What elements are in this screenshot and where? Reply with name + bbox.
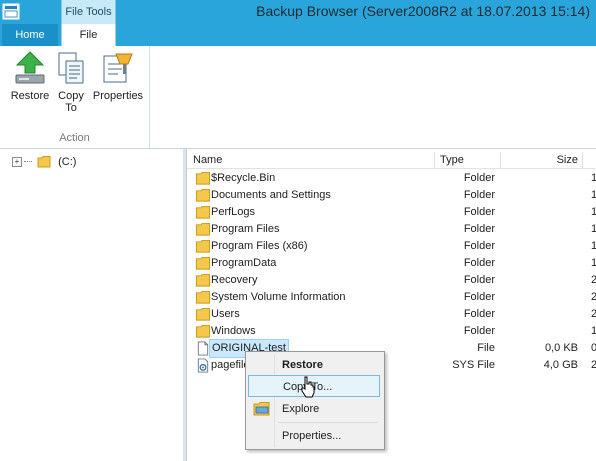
file-extra-column: 1 bbox=[591, 325, 596, 337]
folder-icon bbox=[195, 290, 211, 304]
quick-access-icon[interactable] bbox=[2, 3, 20, 20]
folder-icon bbox=[195, 188, 211, 202]
file-name: pagefile bbox=[211, 359, 250, 371]
file-size: 0,0 KB bbox=[544, 342, 578, 354]
ribbon-group-action: Restore Copy To Properties Action bbox=[0, 46, 150, 148]
column-header-extra[interactable] bbox=[582, 152, 596, 168]
context-menu-restore[interactable]: Restore bbox=[248, 354, 380, 376]
file-name: ProgramData bbox=[211, 257, 277, 269]
file-extra-column: 0 bbox=[591, 342, 596, 354]
file-type: Folder bbox=[463, 291, 495, 303]
file-extra-column: 1 bbox=[591, 189, 596, 201]
file-name: Users bbox=[211, 308, 240, 320]
file-extra-column: 2 bbox=[591, 359, 596, 371]
folder-tree-pane: + (C:) bbox=[0, 149, 186, 461]
folder-icon bbox=[195, 239, 211, 253]
file-type: Folder bbox=[463, 206, 495, 218]
column-header-name[interactable]: Name bbox=[193, 152, 433, 168]
table-row[interactable]: Program Files Folder 1 bbox=[187, 221, 596, 238]
folder-icon bbox=[195, 307, 211, 321]
folder-icon bbox=[195, 222, 211, 236]
ribbon: Restore Copy To Properties Action bbox=[0, 46, 596, 149]
file-extra-column: 2 bbox=[591, 274, 596, 286]
copy-to-button[interactable]: Copy To bbox=[52, 50, 90, 114]
folder-icon bbox=[37, 156, 51, 168]
restore-button-label: Restore bbox=[10, 90, 50, 102]
file-extra-column: 1 bbox=[591, 172, 596, 184]
table-row[interactable]: System Volume Information Folder 2 bbox=[187, 289, 596, 306]
contextual-tab-header: File Tools bbox=[61, 0, 116, 24]
tab-home[interactable]: Home bbox=[2, 24, 58, 46]
context-menu-properties-label: Properties... bbox=[282, 430, 342, 442]
file-extra-column: 2 bbox=[591, 291, 596, 303]
column-header-row: Name Type Size bbox=[187, 152, 596, 169]
context-menu-properties[interactable]: Properties... bbox=[248, 425, 380, 447]
context-menu: Restore Copy To... Explore Properties... bbox=[245, 351, 385, 450]
tree-expand-toggle[interactable]: + bbox=[12, 156, 22, 167]
context-menu-explore-label: Explore bbox=[282, 403, 320, 415]
file-type: Folder bbox=[463, 189, 495, 201]
file-name: Documents and Settings bbox=[211, 189, 331, 201]
file-extra-column: 1 bbox=[591, 206, 596, 218]
table-row[interactable]: Windows Folder 1 bbox=[187, 323, 596, 340]
context-menu-restore-label: Restore bbox=[282, 359, 323, 371]
file-name: Program Files (x86) bbox=[211, 240, 308, 252]
properties-button[interactable]: Properties bbox=[90, 50, 146, 102]
table-row[interactable]: Recovery Folder 2 bbox=[187, 272, 596, 289]
folder-icon bbox=[195, 324, 211, 338]
file-type: Folder bbox=[463, 257, 495, 269]
folder-icon bbox=[195, 273, 211, 287]
mouse-pointer-icon bbox=[301, 376, 315, 398]
file-extra-column: 1 bbox=[591, 223, 596, 235]
file-name: Recovery bbox=[211, 274, 258, 286]
table-row[interactable]: Documents and Settings Folder 1 bbox=[187, 187, 596, 204]
folder-icon bbox=[195, 256, 211, 270]
file-type: Folder bbox=[463, 308, 495, 320]
file-list: $Recycle.Bin Folder 1 Documents and Setting… bbox=[187, 170, 596, 374]
context-menu-explore[interactable]: Explore bbox=[248, 398, 380, 420]
file-name: $Recycle.Bin bbox=[211, 172, 276, 184]
file-type: SYS File bbox=[452, 359, 495, 371]
file-type: Folder bbox=[463, 172, 495, 184]
file-type: Folder bbox=[463, 223, 495, 235]
ribbon-group-label: Action bbox=[59, 132, 90, 144]
table-row[interactable]: ProgramData Folder 1 bbox=[187, 255, 596, 272]
file-type: Folder bbox=[463, 240, 495, 252]
explore-icon bbox=[253, 402, 270, 416]
file-extra-column: 2 bbox=[591, 308, 596, 320]
file-extra-column: 1 bbox=[591, 257, 596, 269]
file-extra-column: 1 bbox=[591, 240, 596, 252]
context-menu-separator bbox=[278, 422, 378, 423]
file-name: System Volume Information bbox=[211, 291, 346, 303]
tree-item-label: (C:) bbox=[58, 155, 77, 168]
column-header-type[interactable]: Type bbox=[434, 152, 500, 168]
file-name: Windows bbox=[211, 325, 256, 337]
window-title: Backup Browser (Server2008R2 at 18.07.20… bbox=[256, 3, 590, 19]
file-name: Program Files bbox=[211, 223, 280, 235]
title-bar: File Tools Backup Browser (Server2008R2 … bbox=[0, 0, 596, 24]
tab-file[interactable]: File bbox=[61, 24, 116, 47]
table-row[interactable]: $Recycle.Bin Folder 1 bbox=[187, 170, 596, 187]
column-header-size[interactable]: Size bbox=[500, 152, 582, 168]
restore-button[interactable]: Restore bbox=[6, 50, 54, 102]
restore-icon bbox=[15, 51, 45, 84]
ribbon-tab-row: Home File bbox=[0, 24, 596, 47]
file-type: Folder bbox=[463, 274, 495, 286]
folder-icon bbox=[195, 205, 211, 219]
copy-to-button-label: Copy To bbox=[58, 90, 84, 114]
properties-icon bbox=[103, 53, 133, 83]
folder-icon bbox=[195, 171, 211, 185]
sys-file-icon bbox=[197, 358, 209, 373]
properties-button-label: Properties bbox=[92, 90, 144, 102]
file-size: 4,0 GB bbox=[543, 359, 578, 371]
file-type: Folder bbox=[463, 325, 495, 337]
table-row[interactable]: Program Files (x86) Folder 1 bbox=[187, 238, 596, 255]
table-row[interactable]: PerfLogs Folder 1 bbox=[187, 204, 596, 221]
tree-connector bbox=[24, 161, 32, 162]
table-row[interactable]: Users Folder 2 bbox=[187, 306, 596, 323]
file-type: File bbox=[477, 342, 495, 354]
copy-to-icon bbox=[58, 52, 84, 84]
file-name: PerfLogs bbox=[211, 206, 256, 218]
tree-item-c-drive[interactable]: + (C:) bbox=[12, 155, 76, 171]
